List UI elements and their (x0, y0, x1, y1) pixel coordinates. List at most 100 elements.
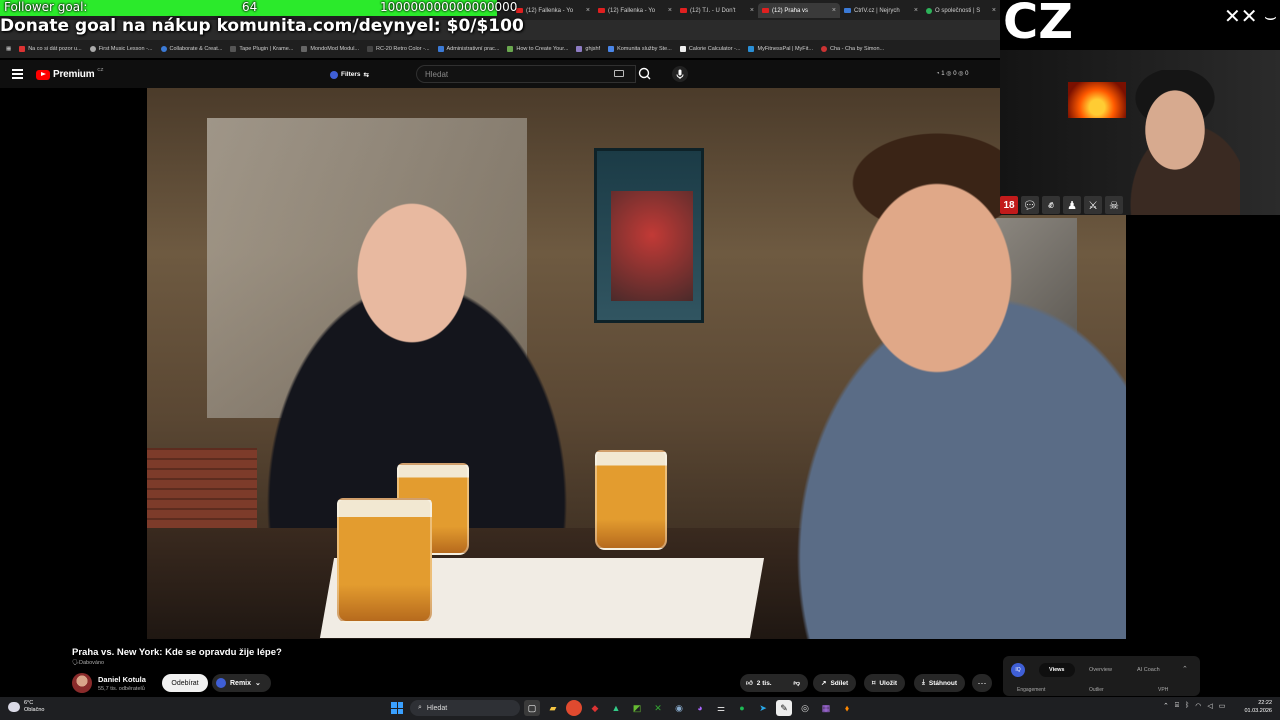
bookmark[interactable]: MondoMod Modul... (301, 46, 359, 52)
date: 01.03.2026 (1244, 708, 1272, 714)
time: 22:22 (1258, 700, 1272, 706)
steam-icon[interactable]: ◉ (671, 700, 687, 716)
channel-avatar[interactable] (72, 673, 92, 693)
app-icon[interactable]: ▲ (608, 700, 624, 716)
cz-label: CZ (1003, 0, 1074, 50)
signature-logo: ✕✕ ⌣ (1224, 4, 1278, 28)
bookmark[interactable]: Tape Plugin | Krame... (230, 46, 293, 52)
search-icon: ⌕ (418, 704, 422, 711)
obs-icon[interactable]: ◎ (797, 700, 813, 716)
column-outlier: Outlier (1089, 687, 1104, 693)
header-extension-stats[interactable]: ◔ 1 ◎ 0 ◎ 0 (936, 70, 968, 77)
bookmark[interactable]: Calorie Calculator -... (679, 46, 740, 52)
chevron-up-icon[interactable]: ⌃ (1182, 665, 1188, 673)
bookmark[interactable]: How to Create Your... (507, 46, 568, 52)
volume-icon[interactable]: ◁ (1207, 702, 1212, 710)
bookmark-favicon-icon (160, 46, 167, 52)
knife-icon: ⚔︎ (1084, 196, 1102, 214)
close-tab-icon[interactable]: × (992, 7, 996, 14)
filters-button[interactable]: Filters ⇆ (326, 68, 373, 81)
video-player[interactable] (147, 88, 1126, 639)
more-actions-button[interactable]: ⋯ (972, 674, 992, 692)
remix-button[interactable]: Remix ⌄ (212, 674, 271, 692)
bookmark[interactable]: RC-20 Retro Color -... (367, 46, 430, 52)
browser-tab[interactable]: CtrlV.cz | Nejrych × (840, 3, 922, 18)
age-18-badge: 18 (1000, 196, 1018, 214)
xbox-icon[interactable]: ✕ (650, 700, 666, 716)
bookmark-favicon-icon (507, 46, 514, 52)
dislike-button[interactable]: 👎︎ (793, 679, 808, 687)
bookmark[interactable]: Collaborate & Creat... (160, 46, 222, 52)
chat-badges: 18 💬︎ ✊︎ ♟ ⚔︎ ☠︎ (1000, 196, 1123, 214)
app-icon[interactable]: ✎ (776, 700, 792, 716)
file-explorer-icon[interactable]: ▰ (545, 700, 561, 716)
battery-icon[interactable]: ▭ (1219, 702, 1226, 710)
chrome-icon[interactable] (566, 700, 582, 716)
tab-overview[interactable]: Overview (1079, 663, 1122, 677)
save-button[interactable]: ⌑ Uložit (864, 674, 906, 692)
bookmark[interactable]: MyFitnessPal | MyFit... (748, 46, 813, 52)
app-icon[interactable]: ◆ (587, 700, 603, 716)
cloud-icon (8, 702, 20, 712)
weather-widget[interactable]: 6°C Oblačno (8, 700, 45, 714)
extension-icon (330, 70, 338, 79)
chevron-up-icon[interactable]: ⌃ (1163, 702, 1169, 710)
person-icon: ♟ (1063, 196, 1081, 214)
channel-name[interactable]: Daniel Kotula (98, 675, 146, 684)
bookmarks-bar: ▦ Na co si dát pozor u... First Music Le… (0, 40, 1000, 58)
microphone-icon (676, 69, 684, 79)
bookmark[interactable]: Na co si dát pozor u... (19, 46, 82, 52)
apps-grid-icon[interactable]: ▦ (6, 46, 11, 52)
speech-bubble-icon: 💬︎ (1021, 196, 1039, 214)
tab-views[interactable]: Views (1039, 663, 1075, 677)
subscribe-button[interactable]: Odebírat (162, 674, 208, 692)
task-view-icon[interactable]: ▢ (524, 700, 540, 716)
bookmark[interactable]: Cha - Cha by Simon... (821, 46, 884, 52)
nvidia-icon[interactable]: ◩ (629, 700, 645, 716)
bookmark[interactable]: First Music Lesson -... (89, 46, 153, 52)
wifi-icon[interactable]: ◠ (1195, 702, 1201, 710)
bookmark-favicon-icon (19, 46, 26, 52)
like-button[interactable]: 👍︎ 2 tis. (740, 679, 772, 688)
thumbs-down-icon: 👎︎ (793, 680, 800, 687)
webcam-streamer (1130, 70, 1240, 215)
close-tab-icon[interactable]: × (832, 7, 836, 14)
app-icon[interactable]: ⚌ (713, 700, 729, 716)
browser-tab-active[interactable]: (12) Praha vs × (758, 3, 840, 18)
brave-icon[interactable]: ⬧ (839, 700, 855, 716)
flexing-icon: ✊︎ (1042, 196, 1060, 214)
bookmark-favicon-icon (608, 46, 615, 52)
browser-tab[interactable]: (12) Fallenka - Yo × (594, 3, 676, 18)
bluetooth-icon[interactable]: ᛒ (1185, 702, 1189, 710)
bookmark-favicon-icon (89, 46, 96, 52)
browser-tab[interactable]: (12) Fallenka - Yo × (512, 3, 594, 18)
bookmark[interactable]: Administrativní prac... (437, 46, 499, 52)
clock[interactable]: 22:22 01.03.2026 (1240, 699, 1272, 715)
close-tab-icon[interactable]: × (914, 7, 918, 14)
windows-start-icon[interactable] (391, 702, 403, 714)
youtube-logo[interactable]: Premium CZ (36, 67, 103, 80)
menu-icon[interactable] (12, 69, 23, 79)
bookmark[interactable]: Komunita služby Ste... (608, 46, 672, 52)
telegram-icon[interactable]: ➤ (755, 700, 771, 716)
browser-tab[interactable]: (12) T.I. - U Don't × (676, 3, 758, 18)
search-input[interactable]: Hledat (416, 65, 636, 83)
share-button[interactable]: ↗ Sdílet (813, 674, 857, 692)
close-tab-icon[interactable]: × (586, 7, 590, 14)
network-icon[interactable]: ⌸ (1175, 702, 1179, 710)
keyboard-icon[interactable] (614, 70, 624, 77)
voice-search-button[interactable] (672, 66, 688, 82)
search-button[interactable] (636, 65, 654, 83)
app-icon[interactable]: ▦ (818, 700, 834, 716)
skull-icon: ☠︎ (1105, 196, 1123, 214)
close-tab-icon[interactable]: × (668, 7, 672, 14)
close-tab-icon[interactable]: × (750, 7, 754, 14)
spotify-icon[interactable]: ● (734, 700, 750, 716)
bookmark[interactable]: ghjshf (576, 46, 600, 52)
tab-ai-coach[interactable]: AI Coach (1127, 663, 1170, 677)
taskbar-search[interactable]: ⌕ Hledat (410, 700, 520, 716)
browser-tab[interactable]: O společnosti | S × (922, 3, 1000, 18)
discord-icon[interactable]: ◕ (692, 700, 708, 716)
download-button[interactable]: ⤓ Stáhnout (914, 674, 966, 692)
weather-condition: Oblačno (24, 707, 45, 713)
